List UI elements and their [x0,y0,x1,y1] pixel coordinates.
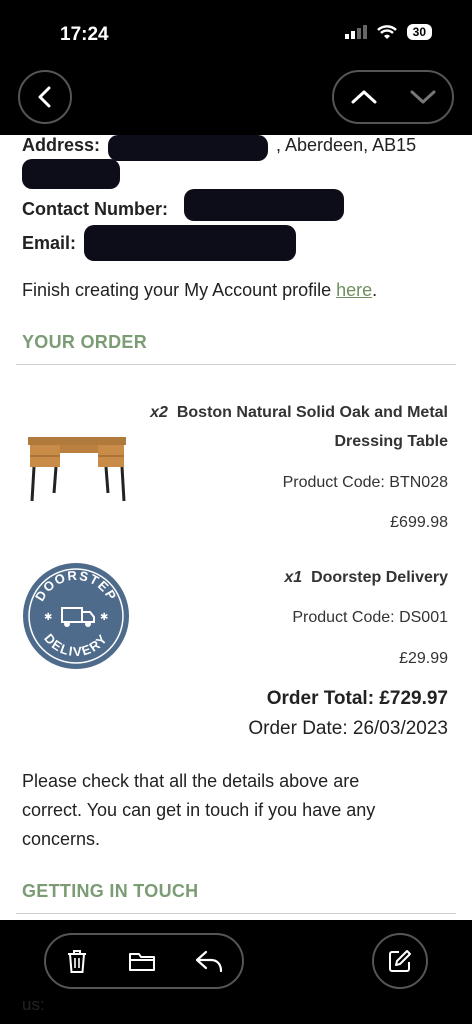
chevron-down-icon[interactable] [410,89,436,105]
reply-icon[interactable] [195,949,223,973]
your-order-heading: YOUR ORDER [22,332,148,352]
redacted-address [108,135,268,161]
order-total: Order Total: £729.97 [266,688,448,709]
item-code: Product Code: BTN028 [282,474,448,491]
message-nav [332,70,454,124]
item-quantity: x2 [150,404,168,421]
item-price: £699.98 [390,514,448,531]
item-code: Product Code: DS001 [292,609,448,626]
email-label: Email: [22,233,77,253]
address-suffix: , Aberdeen, AB15 [276,135,417,155]
finish-period: . [372,280,378,300]
check-text-line1: Please check that all the details above … [22,771,360,791]
wifi-icon [376,24,397,39]
status-time: 17:24 [60,24,109,45]
finish-profile-sentence: Finish creating your My Account profile [22,280,337,300]
trash-icon[interactable] [65,948,89,974]
order-date: Order Date: 26/03/2023 [248,718,448,739]
redacted-contact [184,189,344,221]
dressing-table-image [28,437,126,502]
footer-partial-text: us: [22,995,45,1014]
redacted-email [84,225,296,261]
profile-here-link[interactable]: here [336,280,372,300]
mail-actions [44,933,244,989]
svg-text:✱: ✱ [100,612,108,623]
divider [16,913,456,914]
check-text-line2: correct. You can get in touch if you hav… [22,800,376,820]
item-quantity: x1 [284,569,303,586]
battery-indicator: 30 [406,24,432,40]
top-bar: 17:24 30 [0,0,472,135]
item-name-line1: Doorstep Delivery [311,569,448,586]
chevron-left-icon [38,86,51,108]
redacted-address-line2 [22,159,120,189]
chevron-up-icon[interactable] [351,89,377,105]
check-text-line3: concerns. [22,829,101,849]
finish-profile-text: Finish creating your My Account profile … [22,280,377,301]
item-name: x2 Boston Natural Solid Oak and Metal [150,404,448,422]
item-name: x1 Doorstep Delivery [284,569,448,587]
divider [16,364,456,365]
folder-icon[interactable] [128,950,156,972]
item-name-line2: Dressing Table [334,433,448,450]
compose-button[interactable] [372,933,428,989]
signal-icon [344,25,367,39]
back-button[interactable] [18,70,72,124]
item-name-line1: Boston Natural Solid Oak and Metal [176,404,448,421]
contact-label: Contact Number: [22,199,169,219]
getting-in-touch-heading: GETTING IN TOUCH [22,881,199,901]
item-price: £29.99 [399,650,448,667]
svg-text:✱: ✱ [44,612,52,623]
address-label: Address: [22,135,101,155]
doorstep-delivery-logo: DOORSTEP DELIVERY ✱ ✱ [23,563,129,669]
status-icons: 30 [344,24,432,40]
compose-icon [389,950,411,972]
